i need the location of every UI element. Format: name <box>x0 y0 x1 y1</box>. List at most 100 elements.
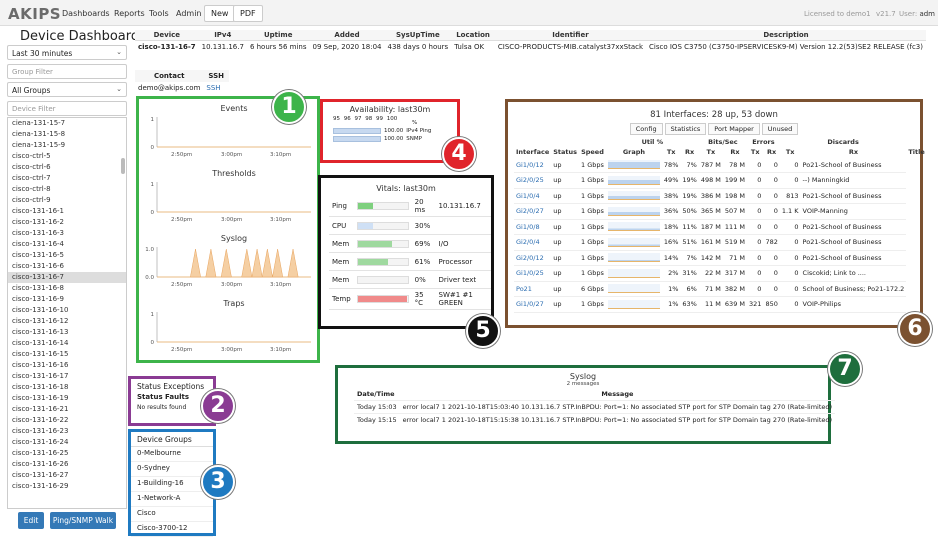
device-list-item[interactable]: cisco-131-16-10 <box>8 305 126 316</box>
interface-column-header[interactable]: Graph <box>606 147 662 157</box>
device-list-item[interactable]: cisco-131-16-9 <box>8 294 126 305</box>
device-group-item[interactable]: 1-Network-A <box>131 492 213 507</box>
interface-column-header[interactable]: Title <box>906 147 926 157</box>
contact-table: Contact SSH demo@akips.com SSH <box>135 70 230 94</box>
interface-link[interactable]: Gi1/0/25 <box>514 265 552 282</box>
nav-new-button[interactable]: New <box>204 5 236 22</box>
interface-column-header[interactable]: Rx <box>763 147 779 157</box>
percent-symbol: % <box>412 120 418 126</box>
interface-link[interactable]: Gi2/0/12 <box>514 250 552 266</box>
interface-link[interactable]: Gi2/0/4 <box>514 234 552 251</box>
interface-link[interactable]: Gi1/0/27 <box>514 296 552 313</box>
scrollbar[interactable] <box>121 158 125 174</box>
device-group-item[interactable]: 0-Melbourne <box>131 447 213 462</box>
device-list[interactable]: ciena-131-15-7 ciena-131-15-8 ciena-131-15… <box>7 117 127 509</box>
interface-cell: 63% <box>680 296 699 313</box>
interface-tab[interactable]: Port Mapper <box>708 123 760 135</box>
device-list-item[interactable]: cisco-131-16-15 <box>8 349 126 360</box>
device-list-item[interactable]: cisco-131-16-21 <box>8 404 126 415</box>
interface-column-header[interactable]: Rx <box>723 147 747 157</box>
nav-pdf-button[interactable]: PDF <box>233 5 263 22</box>
device-list-item[interactable]: cisco-131-16-5 <box>8 250 126 261</box>
vital-bar <box>356 221 409 230</box>
interface-link[interactable]: Gi2/0/27 <box>514 203 552 220</box>
period-select[interactable]: Last 30 minutes ⌄ <box>7 45 127 60</box>
interface-column-header[interactable]: Tx <box>747 147 763 157</box>
device-list-item[interactable]: cisco-131-16-12 <box>8 316 126 327</box>
interface-column-header[interactable]: Rx <box>680 147 698 157</box>
device-list-item[interactable]: cisco-131-16-16 <box>8 360 126 371</box>
device-list-item[interactable]: cisco-131-16-6 <box>8 261 126 272</box>
interface-cell: School of Business; Po21-172.2 <box>800 281 907 297</box>
device-list-item[interactable]: cisco-131-16-23 <box>8 426 126 437</box>
nav-reports[interactable]: Reports <box>114 9 145 18</box>
interface-link[interactable]: Gi1/0/12 <box>514 157 552 173</box>
device-table-header: Device <box>135 30 199 41</box>
interface-row: Gi1/0/12 up 1 Gbps 78% 7% 787 M 78 M 0 0 0 Po21-Sc… <box>514 157 927 173</box>
device-table-cell: 6 hours 56 mins <box>249 43 307 51</box>
interface-column-header[interactable]: Status <box>551 147 579 157</box>
device-list-item[interactable]: cisco-131-16-4 <box>8 239 126 250</box>
device-filter-input[interactable]: Device Filter <box>7 101 127 116</box>
device-list-item[interactable]: ciena-131-15-7 <box>8 118 126 129</box>
interface-tab[interactable]: Unused <box>761 123 799 135</box>
ssh-link[interactable]: SSH <box>203 82 229 94</box>
device-list-item[interactable]: cisco-131-16-19 <box>8 393 126 404</box>
device-list-item[interactable]: cisco-131-16-2 <box>8 217 126 228</box>
interface-tab[interactable]: Statistics <box>664 123 707 135</box>
interface-link[interactable]: Gi1/0/8 <box>514 219 552 235</box>
syslog-spike <box>190 248 201 278</box>
chevron-down-icon: ⌄ <box>116 48 122 56</box>
interface-link[interactable]: Gi1/0/4 <box>514 188 552 204</box>
interface-sparkline <box>607 299 660 309</box>
syslog-row: Today 15:15 error local7 1 2021-10-18T15:… <box>354 413 836 427</box>
device-list-item[interactable]: cisco-ctrl-7 <box>8 173 126 184</box>
interface-tab[interactable]: Config <box>629 123 663 135</box>
interface-cell: 1.1 K <box>779 203 801 220</box>
interface-cell: --) Manningkid <box>800 172 907 189</box>
device-list-item[interactable]: cisco-131-16-27 <box>8 470 126 481</box>
device-list-item[interactable]: cisco-131-16-7 <box>8 272 126 283</box>
interface-column-header[interactable]: Tx <box>699 147 723 157</box>
device-list-item[interactable]: ciena-131-15-9 <box>8 140 126 151</box>
device-list-item[interactable]: cisco-131-16-8 <box>8 283 126 294</box>
device-list-item[interactable]: cisco-131-16-17 <box>8 371 126 382</box>
device-group-item[interactable]: Cisco <box>131 507 213 522</box>
interface-cell: 519 M <box>722 234 748 251</box>
nav-tools[interactable]: Tools <box>149 9 169 18</box>
interface-column-header[interactable]: Tx <box>662 147 680 157</box>
nav-dashboards[interactable]: Dashboards <box>62 9 110 18</box>
nav-admin[interactable]: Admin <box>176 9 202 18</box>
device-list-item[interactable]: cisco-ctrl-8 <box>8 184 126 195</box>
device-list-item[interactable]: cisco-131-16-1 <box>8 206 126 217</box>
device-list-item[interactable]: ciena-131-15-8 <box>8 129 126 140</box>
interface-cell: Po21-School of Business <box>800 157 907 173</box>
device-group-item[interactable]: 0-Sydney <box>131 462 213 477</box>
group-filter-input[interactable]: Group Filter <box>7 64 127 79</box>
ping-snmp-walk-button[interactable]: Ping/SNMP Walk <box>50 512 116 529</box>
device-list-item[interactable]: cisco-ctrl-9 <box>8 195 126 206</box>
interface-column-header[interactable]: Speed <box>579 147 606 157</box>
interface-sparkline <box>607 175 660 185</box>
interface-column-header[interactable]: Tx <box>780 147 801 157</box>
device-list-item[interactable]: cisco-131-16-3 <box>8 228 126 239</box>
device-list-item[interactable]: cisco-131-16-13 <box>8 327 126 338</box>
device-list-item[interactable]: cisco-ctrl-6 <box>8 162 126 173</box>
device-list-item[interactable]: cisco-131-16-26 <box>8 459 126 470</box>
device-list-item[interactable]: cisco-131-16-22 <box>8 415 126 426</box>
groups-select[interactable]: All Groups ⌄ <box>7 82 127 97</box>
edit-button[interactable]: Edit <box>18 512 44 529</box>
device-list-item[interactable]: cisco-ctrl-5 <box>8 151 126 162</box>
device-group-item[interactable]: Cisco-3700-12 <box>131 522 213 537</box>
username[interactable]: adm <box>919 10 935 18</box>
device-list-item[interactable]: cisco-131-16-24 <box>8 437 126 448</box>
interface-column-header[interactable]: Rx <box>801 147 907 157</box>
interface-link[interactable]: Po21 <box>514 281 552 297</box>
device-list-item[interactable]: cisco-131-16-18 <box>8 382 126 393</box>
device-list-item[interactable]: cisco-131-16-25 <box>8 448 126 459</box>
interface-link[interactable]: Gi2/0/25 <box>514 172 552 189</box>
device-list-item[interactable]: cisco-131-16-29 <box>8 481 126 492</box>
device-list-item[interactable]: cisco-131-16-14 <box>8 338 126 349</box>
interface-column-header[interactable]: Interface <box>514 147 551 157</box>
interface-cell: 1 Gbps <box>579 296 606 313</box>
